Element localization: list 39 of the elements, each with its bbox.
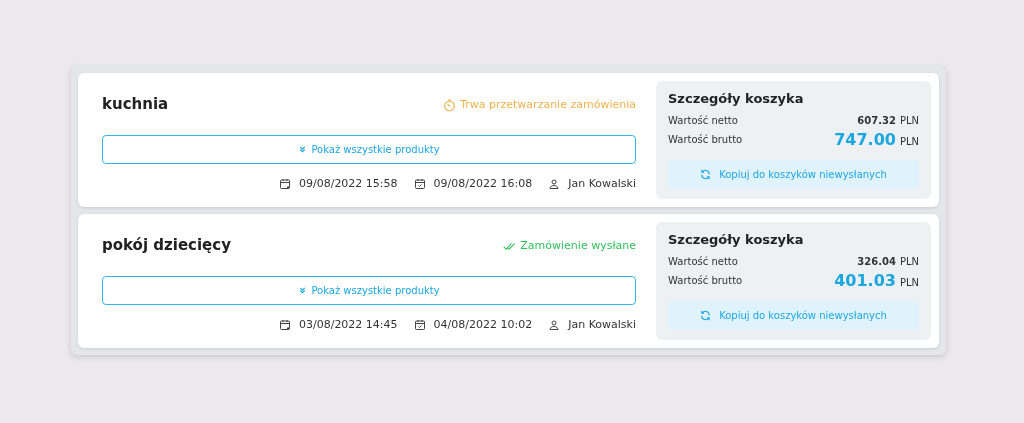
calendar-plus-icon <box>278 178 291 191</box>
order-title: kuchnia <box>102 94 169 115</box>
user-icon <box>548 178 561 191</box>
gross-value: 747.00 <box>834 128 896 151</box>
double-chevron-icon <box>298 145 308 154</box>
order-status: Trwa przetwarzanie zamówienia <box>443 97 636 114</box>
created-date: 09/08/2022 15:58 <box>278 176 398 193</box>
calendar-check-icon <box>413 178 426 191</box>
currency: PLN <box>899 275 919 290</box>
user-name: Jan Kowalski <box>548 317 636 334</box>
user-name: Jan Kowalski <box>548 176 636 193</box>
gross-label: Wartość brutto <box>668 133 743 147</box>
calendar-plus-icon <box>278 319 291 332</box>
user-icon <box>548 319 561 332</box>
sent-date: 09/08/2022 16:08 <box>413 176 533 193</box>
order-status: Zamówienie wysłane <box>503 238 636 255</box>
copy-button[interactable]: Kopiuj do koszyków niewysłanych <box>668 300 919 330</box>
gross-label: Wartość brutto <box>668 274 743 288</box>
timer-icon <box>443 98 457 112</box>
refresh-icon <box>700 309 712 321</box>
sent-date: 04/08/2022 10:02 <box>413 317 533 334</box>
net-value: 326.04 <box>857 254 896 269</box>
order-title: pokój dziecięcy <box>102 235 231 256</box>
net-label: Wartość netto <box>668 254 738 269</box>
basket-title: Szczegóły koszyka <box>668 90 805 108</box>
gross-value: 401.03 <box>834 269 896 292</box>
show-products-button[interactable]: Pokaż wszystkie produkty <box>102 135 636 164</box>
currency: PLN <box>899 134 919 149</box>
copy-button[interactable]: Kopiuj do koszyków niewysłanych <box>668 159 919 189</box>
calendar-check-icon <box>413 319 426 332</box>
created-date: 03/08/2022 14:45 <box>278 317 398 334</box>
currency: PLN <box>899 254 919 269</box>
double-chevron-icon <box>298 286 308 295</box>
basket-title: Szczegóły koszyka <box>668 231 805 249</box>
currency: PLN <box>899 113 919 128</box>
refresh-icon <box>700 168 712 180</box>
net-value: 607.32 <box>857 113 896 128</box>
net-label: Wartość netto <box>668 113 738 128</box>
show-products-button[interactable]: Pokaż wszystkie produkty <box>102 276 636 305</box>
